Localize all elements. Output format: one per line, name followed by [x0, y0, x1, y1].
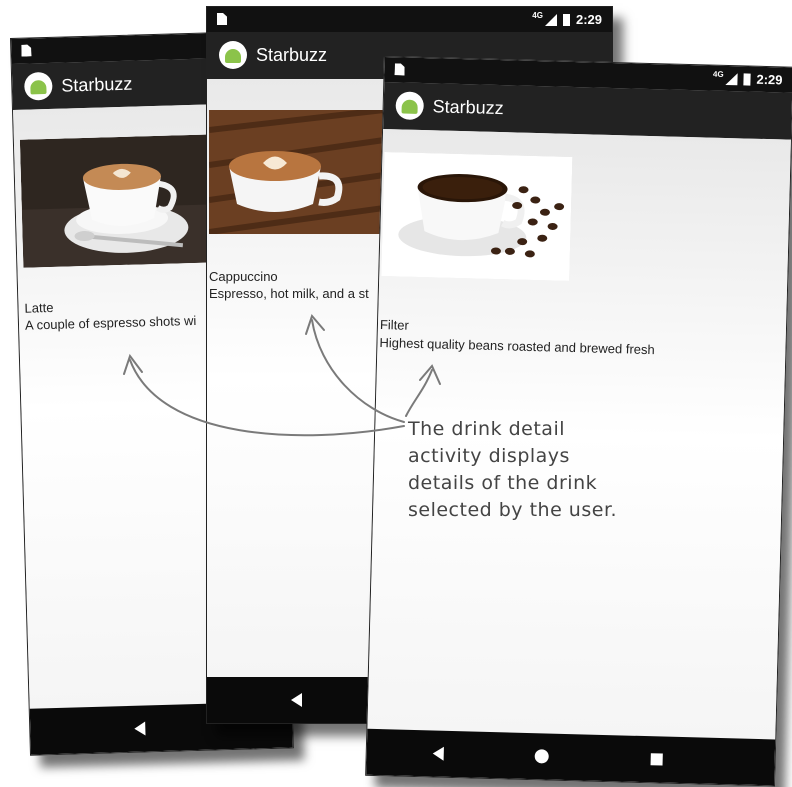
annotation-line: The drink detail: [408, 418, 566, 440]
arrow-to-cappuccino: [311, 319, 405, 423]
annotation-line: activity displays: [408, 445, 570, 467]
arrow-to-latte: [129, 359, 405, 437]
annotation-arrows: [123, 314, 441, 437]
annotation-note: The drink detail activity displays detai…: [408, 416, 668, 524]
annotation-line: details of the drink: [408, 472, 598, 494]
annotation-line: selected by the user.: [408, 499, 618, 521]
arrow-to-filter: [405, 369, 433, 417]
